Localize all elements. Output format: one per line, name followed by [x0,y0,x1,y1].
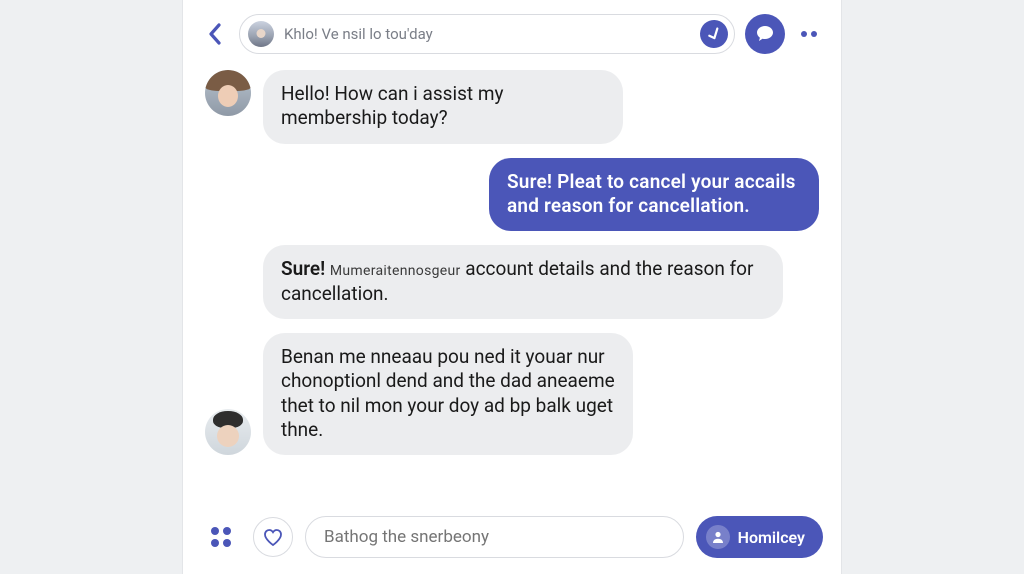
send-button[interactable]: Homilcey [696,516,823,558]
send-label: Homilcey [738,528,805,547]
more-options-button[interactable] [795,31,823,37]
apps-icon [211,527,231,547]
confirm-icon[interactable] [696,16,732,52]
chat-panel: Hello! How can i assist my membership to… [182,0,842,574]
message-bubble: Sure! Mumeraitennosgeur account details … [263,245,783,319]
chat-bubble-icon [755,24,775,44]
apps-button[interactable] [201,517,241,557]
message-bubble: Sure! Pleat to cancel your accails and r… [489,158,819,232]
chat-thread: Hello! How can i assist my membership to… [183,64,841,506]
message-row: Sure! Pleat to cancel your accails and r… [205,158,819,232]
header-avatar-icon [248,21,274,47]
new-chat-button[interactable] [745,14,785,54]
heart-icon [263,528,283,546]
chevron-left-icon [208,23,222,45]
message-small: Mumeraitennosgeur [330,263,461,279]
agent-avatar [205,70,251,116]
message-row: Sure! Mumeraitennosgeur account details … [205,245,819,319]
dot-icon [801,31,807,37]
person-icon [706,525,730,549]
message-lead: Sure! [281,257,325,280]
message-bubble: Hello! How can i assist my membership to… [263,70,623,144]
header-search-input[interactable] [284,25,690,43]
user-avatar [205,409,251,455]
header-search[interactable] [239,14,735,54]
message-row: Hello! How can i assist my membership to… [205,70,819,144]
back-button[interactable] [201,20,229,48]
reaction-button[interactable] [253,517,293,557]
message-row: Benan me nneaau pou ned it youar nur cho… [205,333,819,455]
chat-header [183,0,841,64]
message-bubble: Benan me nneaau pou ned it youar nur cho… [263,333,633,455]
composer: Homilcey [183,506,841,574]
message-input[interactable] [305,516,684,558]
dot-icon [811,31,817,37]
